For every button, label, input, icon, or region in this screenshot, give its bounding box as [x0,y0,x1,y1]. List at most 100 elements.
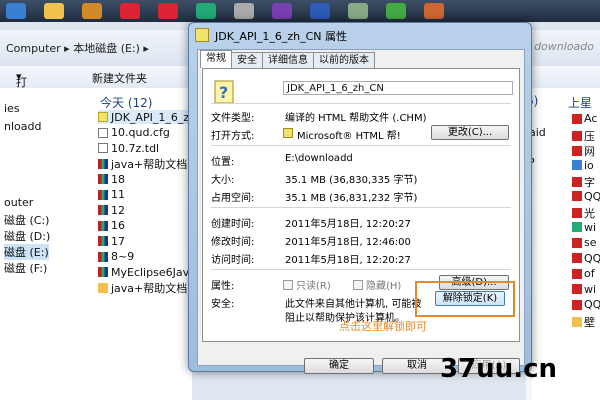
file-list-item[interactable]: wi [572,283,596,296]
ie-icon[interactable] [6,3,26,19]
file-name: QQ [584,251,600,265]
file-list-item[interactable]: 光 [572,205,595,221]
file-name: 11 [111,188,125,201]
file-list-item[interactable]: QQ [572,298,600,311]
file-list-item[interactable]: 10.qud.cfg [98,126,170,140]
open-button[interactable]: 打开 ▾ [16,70,27,105]
chrome-icon[interactable] [386,3,406,19]
file-icon [572,284,582,294]
accessed-label: 访问时间: [211,255,255,266]
file-name: 字 [584,176,595,189]
file-name: 8~9 [111,250,135,263]
checkbox-box [353,279,363,290]
rar-file-icon [98,174,108,184]
created-label: 创建时间: [211,219,255,230]
file-icon [572,146,582,156]
file-list-item[interactable]: java+帮助文档 [98,157,187,171]
file-icon [572,113,582,124]
settings-icon[interactable] [234,3,254,19]
file-list-item[interactable]: 16 [98,219,125,233]
file-list-item[interactable]: 18 [98,172,125,186]
rar-file-icon [98,158,108,169]
file-icon [572,316,582,327]
address-path[interactable]: Computer ▸ 本地磁盘 (E:) ▸ [6,40,149,56]
file-list-item[interactable]: se [572,236,597,249]
properties-dialog: JDK_API_1_6_zh_CN 属性 常规 安全 详细信息 以前的版本 ? … [188,22,532,374]
file-name: 10.qud.cfg [111,126,170,139]
address-search-text[interactable]: downloado [534,40,594,53]
file-list-item[interactable]: 压 [572,128,595,144]
security-text-line1: 此文件来自其他计算机, 可能被 [285,299,422,310]
size-value: 35.1 MB (36,830,335 字节) [285,175,418,186]
word-icon[interactable] [310,3,330,19]
unblock-button[interactable]: 解除锁定(K) [435,291,505,306]
group-header-last-week[interactable]: 上星 [568,94,592,111]
size-on-disk-value: 35.1 MB (36,831,232 字节) [285,193,418,204]
tab-strip: 常规 安全 详细信息 以前的版本 [200,50,375,68]
nav-item-computer[interactable]: outer [4,196,33,209]
dialog-titlebar[interactable]: JDK_API_1_6_zh_CN 属性 [189,23,531,47]
app-icon[interactable] [424,3,444,19]
rar-file-icon [98,189,108,200]
nav-item-drive-d[interactable]: 磁盘 (D:) [4,228,50,244]
file-list-item[interactable]: MyEclipse6Jav [98,265,189,279]
file-icon [572,237,582,248]
nav-item-drive-c[interactable]: 磁盘 (C:) [4,212,49,228]
file-name: of [584,267,595,280]
folder-icon[interactable] [44,3,64,19]
nav-item-drive-f[interactable]: 磁盘 (F:) [4,260,47,276]
file-name: MyEclipse6Jav [111,265,190,279]
tab-general[interactable]: 常规 [200,50,232,68]
change-button[interactable]: 更改(C)... [431,125,509,140]
file-list-item[interactable]: 17 [98,234,125,248]
tab-previous-versions[interactable]: 以前的版本 [313,52,375,68]
file-list-item[interactable]: 壁 [572,314,595,330]
doc-icon[interactable] [120,3,140,19]
taskbar [0,0,600,22]
file-name: wi [584,282,597,296]
location-label: 位置: [211,157,235,168]
file-name: 17 [111,234,125,248]
file-list-item[interactable]: 12 [98,203,125,217]
file-name: java+帮助文档 [111,157,188,171]
file-list-item[interactable]: 11 [98,188,125,202]
file-name: Ac [584,112,598,125]
group-header-today[interactable]: 今天 (12) [100,94,152,111]
file-list-item[interactable]: QQ [572,190,600,203]
svg-text:?: ? [219,83,228,102]
separator [211,269,511,270]
nav-item-drive-e[interactable]: 磁盘 (E:) [4,244,49,260]
file-list-item[interactable]: Ac [572,112,597,125]
dialog-title: JDK_API_1_6_zh_CN 属性 [215,30,347,43]
onenote-icon[interactable] [272,3,292,19]
file-icon [572,160,582,170]
image-icon[interactable] [348,3,368,19]
file-list-item[interactable]: java+帮助文档 [98,281,187,295]
file-type-value: 编译的 HTML 帮助文件 (.CHM) [285,113,427,124]
mail-icon[interactable] [196,3,216,19]
ok-button[interactable]: 确定 [304,358,374,374]
tab-security[interactable]: 安全 [231,52,263,68]
file-name: 压 [584,129,595,143]
new-folder-button[interactable]: 新建文件夹 [92,70,147,86]
file-list-item[interactable]: 网 [572,143,595,159]
file-list-item[interactable]: JDK_API_1_6_zh [98,110,197,124]
file-list-item[interactable]: of [572,267,595,280]
file-list-item[interactable]: 10.7z.tdl [98,141,159,155]
tab-details[interactable]: 详细信息 [262,52,314,68]
nav-item[interactable]: nloadd [4,120,41,133]
hidden-checkbox[interactable]: 隐藏(H) [353,277,401,292]
file-list-item[interactable]: wi [572,221,596,234]
media-icon[interactable] [82,3,102,19]
size-on-disk-label: 占用空间: [211,193,255,204]
pdf-icon[interactable] [158,3,178,19]
file-list-item[interactable]: 8~9 [98,250,134,264]
html-help-icon [283,128,293,138]
file-list-item[interactable]: io [572,159,594,172]
file-name-field[interactable]: JDK_API_1_6_zh_CN [283,81,513,95]
file-list-item[interactable]: QQ [572,252,600,265]
nav-item[interactable]: ies [4,102,20,115]
modified-value: 2011年5月18日, 12:46:00 [285,237,411,248]
readonly-checkbox[interactable]: 只读(R) [283,277,331,292]
file-list-item[interactable]: 字 [572,174,595,190]
